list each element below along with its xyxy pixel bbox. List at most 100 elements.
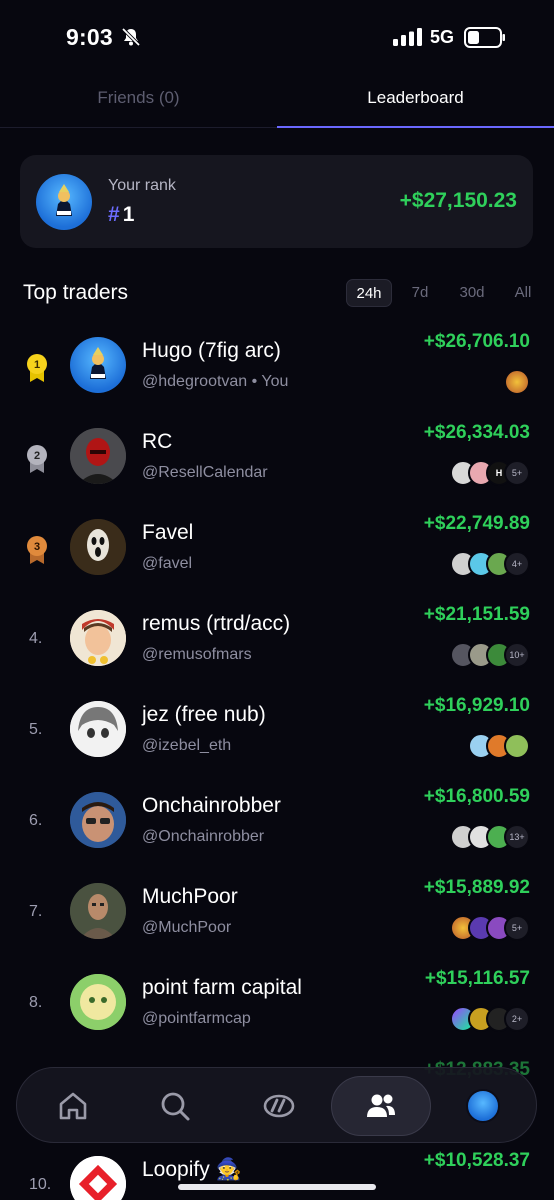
rank-badge-number: 1 [34,359,40,371]
rank-number: 10. [29,1176,52,1193]
nav-search[interactable] [125,1076,225,1136]
trader-handle: @MuchPoor [142,919,232,936]
trader-row[interactable]: 1 Hugo (7fig arc) @hdegrootvan • You +$2… [0,331,554,428]
nav-home[interactable] [23,1076,123,1136]
more-tokens-badge: 5+ [504,460,530,486]
trader-pnl: +$15,116.57 [424,968,530,989]
trader-name: Loopify 🧙 [142,1158,242,1181]
trader-pnl: +$16,929.10 [423,695,530,716]
period-all[interactable]: All [506,279,540,307]
status-bar: 9:03 5G [0,0,554,72]
status-time: 9:03 [66,24,113,50]
avatar [70,974,126,1030]
rank-number: 8. [29,994,43,1011]
trader-row[interactable]: 4. remus (rtrd/acc) @remusofmars +$21,15… [0,604,554,701]
token-holdings [468,733,530,759]
token-icon [504,733,530,759]
tab-friends[interactable]: Friends (0) [0,88,277,108]
trending-icon [263,1094,295,1118]
avatar [70,701,126,757]
token-holdings: 10+ [450,642,530,668]
trader-handle: @izebel_eth [142,737,232,754]
trader-handle: @pointfarmcap [142,1010,251,1027]
trader-name: Favel [142,521,194,544]
gold-medal-icon: 1 [27,354,47,382]
trader-name: point farm capital [142,976,302,999]
avatar [36,174,92,230]
trader-pnl: +$22,749.89 [423,513,530,534]
rank-badge-number: 3 [34,541,40,553]
trader-name: Hugo (7fig arc) [142,339,281,362]
trader-pnl: +$10,528.37 [423,1150,530,1171]
trader-row[interactable]: 10. Loopify 🧙 +$10,528.37 [0,1150,554,1200]
trader-name: RC [142,430,173,453]
your-rank-card[interactable]: Your rank #1 +$27,150.23 [20,155,533,248]
bottom-nav [16,1067,537,1143]
avatar [70,1156,126,1200]
your-rank-pnl: +$27,150.23 [399,189,517,212]
tab-bar: Friends (0) Leaderboard [0,80,554,128]
token-holdings: 13+ [450,824,530,850]
rank-number: 4. [29,630,43,647]
trader-handle: @ResellCalendar [142,464,268,481]
rank-hash: # [108,203,120,226]
nav-profile[interactable] [433,1076,533,1136]
nav-trending[interactable] [229,1076,329,1136]
trader-row[interactable]: 6. Onchainrobber @Onchainrobber +$16,800… [0,786,554,883]
home-icon [59,1092,87,1120]
rank-number: 1 [122,203,135,226]
period-7d[interactable]: 7d [402,279,438,307]
active-tab-indicator [277,126,554,128]
rank-number: 6. [29,812,43,829]
trader-row[interactable]: 8. point farm capital @pointfarmcap +$15… [0,968,554,1065]
network-type: 5G [430,27,455,47]
more-tokens-badge: 2+ [504,1006,530,1032]
trader-row[interactable]: 5. jez (free nub) @izebel_eth +$16,929.1… [0,695,554,792]
token-icon [504,369,530,395]
rank-badge-number: 2 [34,450,40,462]
trader-pnl: +$16,800.59 [423,786,530,807]
avatar [70,428,126,484]
trader-name: Onchainrobber [142,794,281,817]
rank-number: 5. [29,721,43,738]
trader-name: jez (free nub) [142,703,266,726]
trader-handle: @hdegrootvan • You [142,373,289,390]
period-30d[interactable]: 30d [450,279,494,307]
signal-icon [393,28,422,46]
top-traders-title: Top traders [23,281,129,304]
battery-icon [464,27,505,48]
profile-avatar [466,1089,500,1123]
avatar [70,519,126,575]
trader-row[interactable]: 2 RC @ResellCalendar +$26,334.03 5+ H [0,422,554,519]
more-tokens-badge: 5+ [504,915,530,941]
trader-pnl: +$26,706.10 [423,331,530,352]
tab-leaderboard[interactable]: Leaderboard [277,88,554,108]
trader-handle: @Onchainrobber [142,828,265,845]
avatar [70,792,126,848]
token-holdings: 4+ [450,551,530,577]
trader-pnl: +$26,334.03 [423,422,530,443]
trader-handle: @remusofmars [142,646,252,663]
home-indicator [178,1184,376,1190]
your-rank-label: Your rank [108,177,176,194]
token-holdings: 5+ H [450,460,530,486]
more-tokens-badge: 10+ [504,642,530,668]
trader-name: MuchPoor [142,885,238,908]
trader-handle: @favel [142,555,193,572]
avatar [70,337,126,393]
token-holdings: 2+ [450,1006,530,1032]
bronze-medal-icon: 3 [27,536,47,564]
period-24h[interactable]: 24h [346,279,392,307]
nav-friends[interactable] [331,1076,431,1136]
search-icon [161,1092,190,1121]
avatar [70,610,126,666]
friends-icon [367,1094,395,1117]
trader-name: remus (rtrd/acc) [142,612,291,635]
silent-bell-icon [121,27,141,47]
trader-row[interactable]: 3 Favel @favel +$22,749.89 4+ [0,513,554,610]
avatar [70,883,126,939]
token-holdings: 5+ [450,915,530,941]
trader-pnl: +$21,151.59 [423,604,530,625]
trader-row[interactable]: 7. MuchPoor @MuchPoor +$15,889.92 5+ [0,877,554,974]
token-holdings [504,369,530,395]
